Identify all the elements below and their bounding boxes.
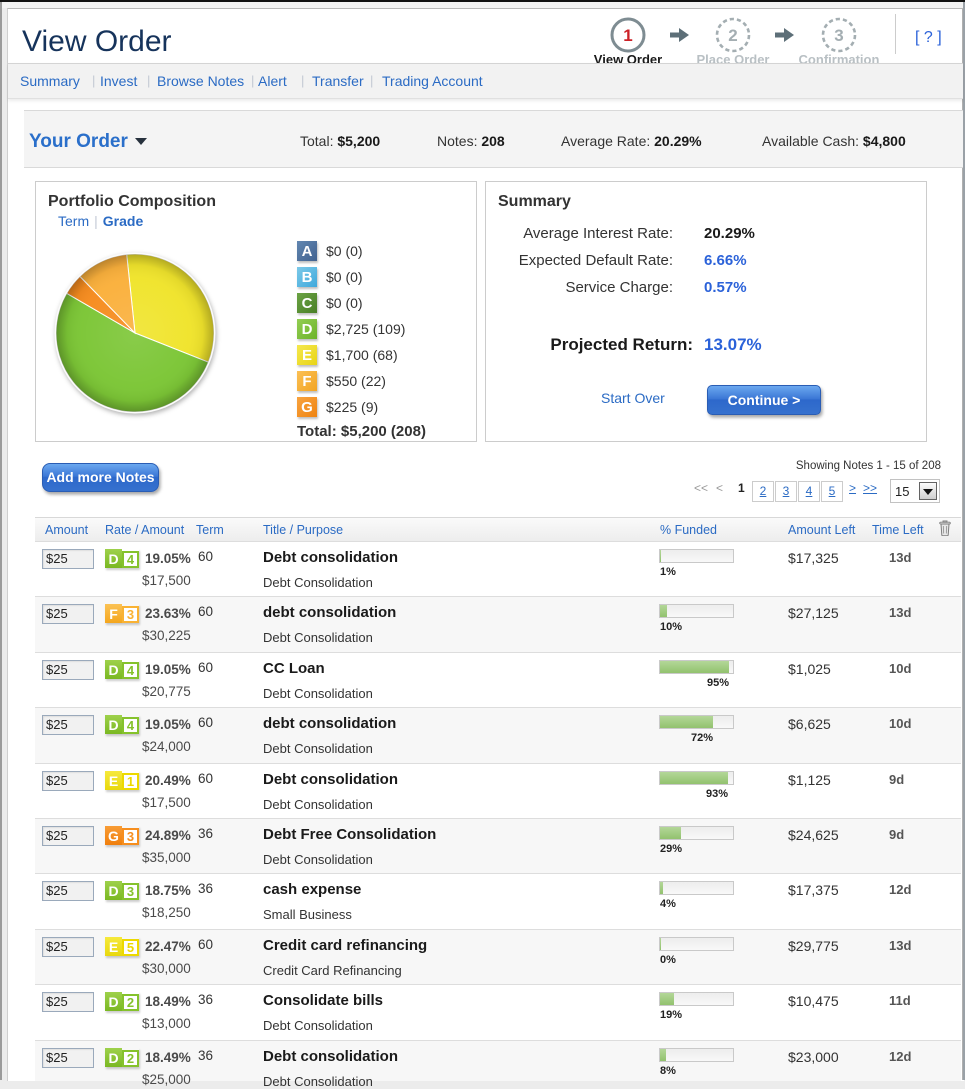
svg-text:2: 2 [728,26,737,45]
svg-text:1: 1 [623,26,632,45]
svg-text:3: 3 [834,26,843,45]
